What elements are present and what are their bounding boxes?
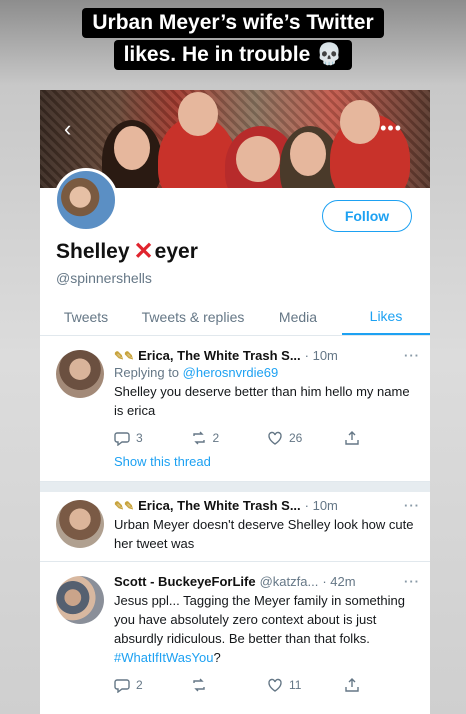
banner-face: [340, 100, 380, 144]
caption-line-2: likes. He in trouble 💀: [113, 40, 353, 70]
retweet-button[interactable]: 2: [191, 430, 268, 446]
tweet-body: ✎✎ Erica, The White Trash S... · 10m ···…: [114, 348, 420, 469]
heart-icon: [268, 431, 282, 445]
reply-count: 2: [136, 678, 143, 692]
tweet-header: Scott - BuckeyeForLife @katzfa... · 42m …: [114, 574, 420, 589]
reply-icon: [114, 679, 130, 693]
tweet-author[interactable]: Erica, The White Trash S...: [138, 498, 301, 513]
follow-button[interactable]: Follow: [322, 200, 412, 232]
more-options-icon[interactable]: •••: [380, 118, 402, 139]
tweet-text: Jesus ppl... Tagging the Meyer family in…: [114, 591, 420, 667]
like-button[interactable]: 26: [267, 430, 344, 446]
reply-icon: [114, 432, 130, 446]
tweet[interactable]: ✎✎ Erica, The White Trash S... · 10m ···…: [40, 492, 430, 562]
tweet-time: · 42m: [322, 574, 356, 589]
tweet-more-icon[interactable]: ···: [404, 348, 420, 363]
tweet-author[interactable]: Scott - BuckeyeForLife: [114, 574, 256, 589]
tweet-time: · 10m: [304, 348, 338, 363]
tweet-body: ✎✎ Erica, The White Trash S... · 10m ···…: [114, 498, 420, 553]
share-button[interactable]: [344, 430, 421, 446]
tweet-actions: 3 2 26: [114, 430, 420, 446]
profile-avatar[interactable]: [54, 168, 118, 232]
profile-handle: @spinnershells: [56, 270, 152, 286]
twitter-profile-card: ‹ ••• Follow Shelley ✕ eyer @spinnershell…: [40, 90, 430, 714]
emoji-icon: ✎✎: [114, 498, 135, 513]
tweet-actions: 2 11: [114, 677, 420, 693]
tweet-text-main: Jesus ppl... Tagging the Meyer family in…: [114, 593, 405, 646]
reply-handle-link[interactable]: @herosnvrdie69: [183, 365, 279, 380]
reply-button[interactable]: 3: [114, 430, 191, 446]
tweet[interactable]: ✎✎ Erica, The White Trash S... · 10m ···…: [40, 338, 430, 482]
reply-button[interactable]: 2: [114, 677, 191, 693]
profile-name-start: Shelley: [56, 240, 130, 263]
tweet-text: Shelley you deserve better than him hell…: [114, 384, 410, 418]
emoji-icon: ✎✎: [114, 348, 135, 363]
like-count: 11: [289, 678, 302, 692]
story-caption: Urban Meyer’s wife’s Twitter likes. He i…: [0, 8, 466, 70]
reply-count: 3: [136, 431, 143, 445]
back-icon[interactable]: ‹: [64, 118, 71, 140]
share-icon: [344, 678, 359, 692]
tab-media[interactable]: Media: [254, 298, 342, 335]
heart-icon: [268, 678, 282, 692]
show-thread-link[interactable]: Show this thread: [114, 454, 420, 469]
banner-face: [290, 132, 326, 176]
tweet-more-icon[interactable]: ···: [404, 498, 420, 513]
tweet-text: Urban Meyer doesn't deserve Shelley look…: [114, 517, 414, 551]
reply-context: Replying to @herosnvrdie69: [114, 365, 420, 380]
share-button[interactable]: [344, 677, 421, 693]
profile-name: Shelley ✕ eyer: [56, 240, 198, 264]
tweet-avatar[interactable]: [56, 500, 104, 548]
tab-tweets[interactable]: Tweets: [40, 298, 132, 335]
banner-face: [178, 92, 218, 136]
tweet-time: · 10m: [304, 498, 338, 513]
tweet[interactable]: Scott - BuckeyeForLife @katzfa... · 42m …: [40, 566, 430, 714]
tab-tweets-replies[interactable]: Tweets & replies: [132, 298, 254, 335]
caption-line-2-text: likes. He in trouble: [123, 43, 311, 66]
banner-face: [236, 136, 280, 182]
tweet-text-end: ?: [213, 650, 221, 665]
retweet-icon: [192, 431, 205, 445]
skull-icon: 💀: [316, 43, 343, 66]
retweet-icon: [192, 678, 205, 692]
thread-divider: [40, 482, 430, 492]
caption-line-1: Urban Meyer’s wife’s Twitter: [82, 8, 384, 38]
retweet-button[interactable]: [191, 677, 268, 693]
tweet-more-icon[interactable]: ···: [404, 574, 420, 589]
tweet-author[interactable]: Erica, The White Trash S...: [138, 348, 301, 363]
reply-label: Replying to: [114, 365, 183, 380]
profile-name-end: eyer: [154, 240, 198, 263]
share-icon: [344, 431, 359, 445]
retweet-count: 2: [212, 431, 220, 445]
like-button[interactable]: 11: [267, 677, 344, 693]
like-count: 26: [289, 431, 303, 445]
tab-likes[interactable]: Likes: [342, 298, 430, 335]
banner-face: [114, 126, 150, 170]
tweet-avatar[interactable]: [56, 350, 104, 398]
red-x-icon: ✕: [133, 238, 154, 265]
tweet-avatar[interactable]: [56, 576, 104, 624]
hashtag-link[interactable]: #WhatIfItWasYou: [114, 650, 213, 665]
tweet-header: ✎✎ Erica, The White Trash S... · 10m ···: [114, 498, 420, 513]
tweet-header: ✎✎ Erica, The White Trash S... · 10m ···: [114, 348, 420, 363]
tweet-handle: @katzfa...: [259, 574, 319, 589]
profile-tabs: Tweets Tweets & replies Media Likes: [40, 298, 430, 336]
tweet-body: Scott - BuckeyeForLife @katzfa... · 42m …: [114, 574, 420, 693]
